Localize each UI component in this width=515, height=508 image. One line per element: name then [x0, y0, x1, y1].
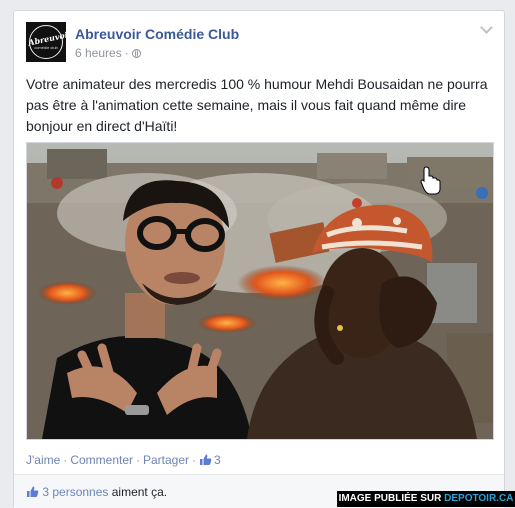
comment-link[interactable]: Commenter [70, 453, 133, 467]
watermark-prefix: IMAGE PUBLIÉE SUR [338, 493, 442, 504]
globe-icon [131, 49, 141, 58]
avatar-logo-sub: comédie club [34, 45, 58, 50]
likes-summary: 3 personnes aiment ça. [26, 485, 167, 499]
like-count[interactable]: 3 [214, 453, 221, 467]
chevron-down-icon[interactable] [480, 21, 493, 34]
action-separator: · [136, 453, 140, 467]
page-avatar[interactable]: Abreuvoir comédie club [26, 22, 66, 62]
action-separator: · [63, 453, 68, 467]
post-text: Votre animateur des mercredis 100 % humo… [26, 76, 488, 134]
watermark: IMAGE PUBLIÉE SUR DEPOTOIR.CA [337, 491, 515, 507]
page-name-link[interactable]: Abreuvoir Comédie Club [75, 26, 239, 42]
photo-illustration [27, 143, 493, 439]
post-actions: J'aime · Commenter · Partager · 3 [26, 453, 221, 467]
thumbs-up-icon [27, 486, 39, 497]
post-meta: 6 heures · [75, 46, 141, 60]
watermark-site: DEPOTOIR.CA [444, 493, 514, 504]
action-separator: · [192, 453, 197, 467]
thumbs-up-icon [200, 454, 212, 465]
post-card: Abreuvoir comédie club Abreuvoir Comédie… [13, 10, 505, 508]
post-photo[interactable] [26, 142, 494, 440]
share-link[interactable]: Partager [143, 453, 189, 467]
post-timestamp[interactable]: 6 heures [75, 46, 122, 60]
likes-text: aiment ça. [111, 485, 168, 499]
likers-link[interactable]: 3 personnes [42, 485, 108, 499]
meta-separator: · [124, 46, 129, 60]
like-link[interactable]: J'aime [26, 453, 60, 467]
